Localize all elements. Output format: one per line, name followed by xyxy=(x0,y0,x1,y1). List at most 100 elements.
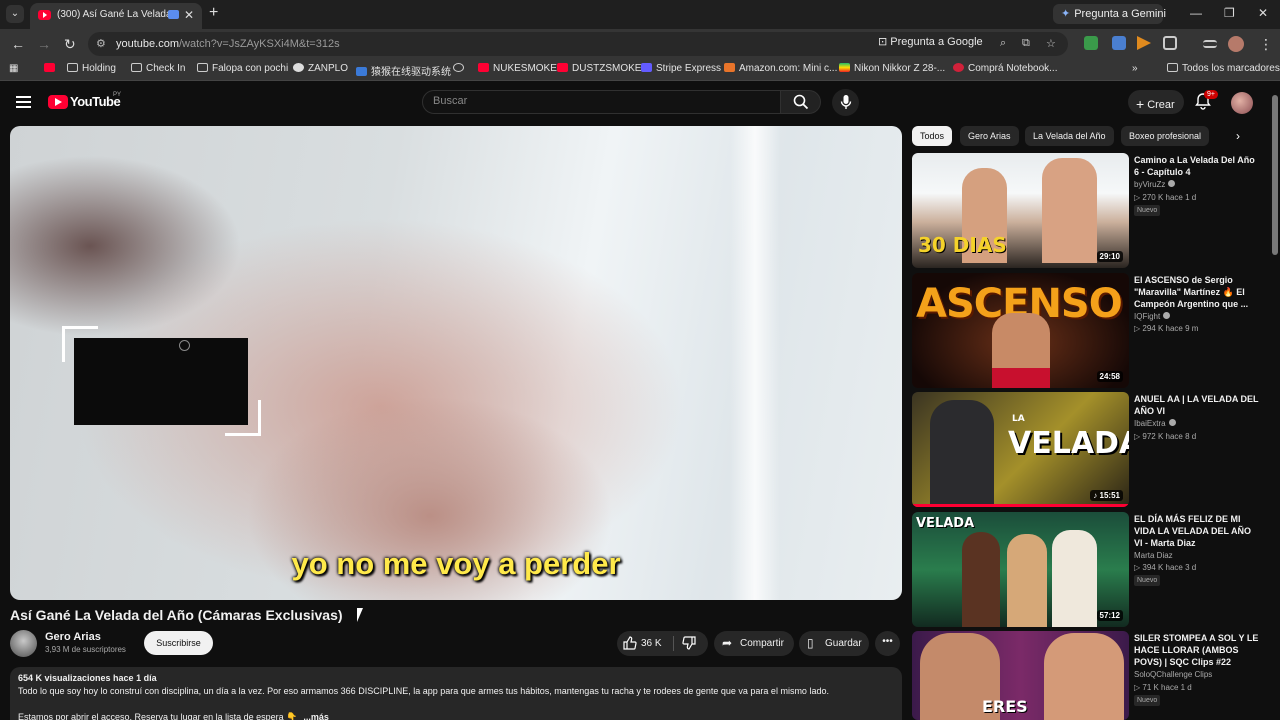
apps-grid-icon[interactable]: ▦ xyxy=(9,63,18,74)
bookmark-globe[interactable] xyxy=(453,63,468,74)
microphone-icon xyxy=(840,95,851,109)
video-thumbnail[interactable]: LA VELADA ♪ 15:51 xyxy=(912,392,1129,507)
youtube-logo-icon[interactable] xyxy=(48,95,68,109)
bookmark-amazon[interactable]: Amazon.com: Mini c... xyxy=(724,63,837,74)
new-tab-button[interactable]: + xyxy=(209,4,218,22)
chip-todos[interactable]: Todos xyxy=(912,126,953,146)
video-thumbnail[interactable]: ERES xyxy=(912,631,1129,720)
recommendation-channel: Marta Diaz xyxy=(1134,551,1173,560)
site-info-icon[interactable]: ⚙ xyxy=(96,37,106,50)
minimize-button[interactable]: — xyxy=(1190,6,1202,20)
recommendation-item[interactable]: ASCENSO 24:58 El ASCENSO de Sergio "Mara… xyxy=(912,273,1262,388)
create-button[interactable]: + Crear xyxy=(1128,90,1184,114)
search-box[interactable] xyxy=(422,90,781,114)
address-bar[interactable]: ⚙ youtube.com/watch?v=JsZAyKSXi4M&t=312s… xyxy=(88,32,1068,56)
bookmark-nukesmoke[interactable]: NUKESMOKE xyxy=(478,63,557,74)
all-bookmarks[interactable]: Todos los marcadores xyxy=(1167,63,1280,74)
extensions-puzzle-icon[interactable] xyxy=(1163,36,1177,50)
view-count-date: 654 K visualizaciones hace 1 día xyxy=(18,673,157,683)
browser-profile-avatar[interactable] xyxy=(1228,36,1244,52)
video-thumbnail[interactable]: ASCENSO 24:58 xyxy=(912,273,1129,388)
amazon-icon xyxy=(724,63,735,72)
bookmark-dustzsmoke[interactable]: DUSTZSMOKE xyxy=(557,63,641,74)
channel-avatar[interactable] xyxy=(10,630,37,657)
thumbs-down-icon xyxy=(682,636,696,650)
bookmark-holding[interactable]: Holding xyxy=(67,63,116,74)
zanplo-icon xyxy=(293,63,304,72)
window-close-button[interactable]: ✕ xyxy=(1258,6,1268,20)
video-thumbnail[interactable]: VELADA 57:12 xyxy=(912,512,1129,627)
scrollbar-thumb[interactable] xyxy=(1272,95,1278,255)
video-player[interactable]: yo no me voy a perder xyxy=(10,126,902,600)
like-button[interactable] xyxy=(623,636,637,653)
channel-label: byViruZz xyxy=(1134,180,1166,189)
bookmark-notebook[interactable]: Comprá Notebook... xyxy=(953,63,1058,74)
description-line-2: Estamos por abrir el acceso. Reserva tu … xyxy=(18,712,298,720)
maximize-button[interactable]: ❐ xyxy=(1224,6,1235,20)
bookmark-stripe[interactable]: Stripe Express xyxy=(641,63,721,74)
dislike-button[interactable] xyxy=(682,636,696,653)
save-button[interactable]: ▯ Guardar xyxy=(799,631,869,656)
bookmarks-overflow-icon[interactable]: » xyxy=(1132,63,1138,74)
channel-label: IbaiExtra xyxy=(1134,419,1166,428)
chips-next-icon[interactable]: › xyxy=(1236,129,1240,143)
video-thumbnail[interactable]: 30 DIAS 29:10 xyxy=(912,153,1129,268)
recommendation-meta: ▷ 270 K hace 1 d xyxy=(1134,193,1197,202)
bookmark-falopa[interactable]: Falopa con pochi xyxy=(197,63,288,74)
more-actions-button[interactable]: ••• xyxy=(875,631,900,656)
chrome-menu-icon[interactable]: ⋮ xyxy=(1259,36,1273,53)
chip-la-velada[interactable]: La Velada del Año xyxy=(1025,126,1114,146)
thumbnail-text: ERES xyxy=(982,697,1028,716)
recommendation-title: SILER STOMPEA A SOL Y LE HACE LLORAR (AM… xyxy=(1134,633,1259,667)
bookmark-label: Check In xyxy=(146,63,186,74)
bookmark-star-icon[interactable]: ☆ xyxy=(1046,37,1056,50)
extension-3-icon[interactable] xyxy=(1137,36,1151,50)
show-more-link[interactable]: ...más xyxy=(303,712,329,720)
share-button[interactable]: ➦ Compartir xyxy=(714,631,794,656)
extension-2-icon[interactable] xyxy=(1112,36,1126,50)
recommendation-title: EL DÍA MÁS FELIZ DE MI VIDA LA VELADA DE… xyxy=(1134,514,1252,548)
chip-boxeo[interactable]: Boxeo profesional xyxy=(1121,126,1210,146)
bookmark-youtube[interactable] xyxy=(44,63,59,74)
recommendation-item[interactable]: ERES SILER STOMPEA A SOL Y LE HACE LLORA… xyxy=(912,631,1262,720)
folder-icon xyxy=(197,63,208,72)
search-input[interactable] xyxy=(433,95,763,107)
account-avatar[interactable] xyxy=(1231,92,1253,114)
reload-button[interactable]: ↻ xyxy=(64,36,76,53)
verified-icon xyxy=(1168,180,1176,187)
url-path: /watch?v=JsZAyKSXi4M&t=312s xyxy=(178,38,340,50)
recommendation-item[interactable]: 30 DIAS 29:10 Camino a La Velada Del Año… xyxy=(912,153,1262,268)
search-button[interactable] xyxy=(781,90,821,114)
voice-search-button[interactable] xyxy=(832,89,859,116)
tab-close-icon[interactable]: ✕ xyxy=(184,8,194,22)
menu-icon[interactable] xyxy=(16,96,31,108)
channel-name[interactable]: Gero Arias xyxy=(45,631,101,643)
bookmark-label: Holding xyxy=(82,63,116,74)
gemini-label: Pregunta a Gemini xyxy=(1074,8,1166,20)
ask-google-button[interactable]: ⊡ Pregunta a Google xyxy=(878,35,983,53)
camera-record-icon xyxy=(179,340,190,351)
browser-tab-active[interactable]: (300) Así Gané La Velada de ✕ xyxy=(30,3,202,29)
tab-search-button[interactable]: ⌄ xyxy=(6,5,24,23)
zoom-icon[interactable]: ⌕ xyxy=(1000,37,1006,50)
subscribe-button[interactable]: Suscribirse xyxy=(144,631,213,655)
recommendation-item[interactable]: VELADA 57:12 EL DÍA MÁS FELIZ DE MI VIDA… xyxy=(912,512,1262,627)
bookmark-zanplo[interactable]: ZANPLO xyxy=(293,63,348,74)
gemini-button[interactable]: ✦ Pregunta a Gemini xyxy=(1053,4,1166,24)
cast-icon[interactable]: ⧉ xyxy=(1022,37,1030,50)
bookmark-label: ZANPLO xyxy=(308,63,349,74)
forward-button[interactable]: → xyxy=(37,36,51,52)
back-button[interactable]: ← xyxy=(11,36,25,52)
bookmark-driver[interactable]: 猿猴在线驱动系统 xyxy=(356,63,451,78)
bookmark-nikon[interactable]: Nikon Nikkor Z 28-... xyxy=(839,63,945,74)
thumbnail-small-text: LA xyxy=(1012,414,1025,424)
extension-1-icon[interactable] xyxy=(1084,36,1098,50)
description-box[interactable]: 654 K visualizaciones hace 1 día Todo lo… xyxy=(10,667,902,720)
recommendation-item[interactable]: LA VELADA ♪ 15:51 ANUEL AA | LA VELADA D… xyxy=(912,392,1262,507)
media-controls-icon[interactable] xyxy=(1203,40,1217,48)
chip-gero-arias[interactable]: Gero Arias xyxy=(960,126,1019,146)
bookmark-check-in[interactable]: Check In xyxy=(131,63,185,74)
save-label: Guardar xyxy=(825,638,862,649)
camera-inset-frame xyxy=(74,338,248,425)
page-scrollbar[interactable] xyxy=(1270,81,1280,720)
